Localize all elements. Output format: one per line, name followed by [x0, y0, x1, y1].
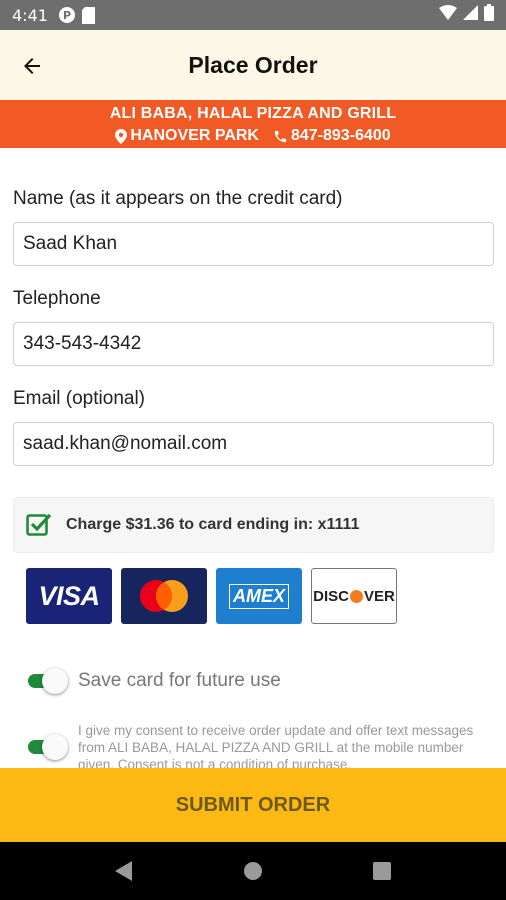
signal-icon — [463, 5, 478, 25]
restaurant-location: HANOVER PARK — [115, 127, 259, 145]
nav-recents-button[interactable] — [362, 851, 402, 891]
restaurant-phone-text: 847-893-6400 — [290, 127, 391, 144]
app-bar: Place Order — [0, 30, 506, 100]
charge-checkbox[interactable] — [26, 512, 52, 538]
consent-row: I give my consent to receive order updat… — [26, 722, 476, 773]
circle-home-icon — [243, 862, 262, 880]
sd-card-icon — [81, 6, 96, 24]
status-bar: 4:41 P — [0, 0, 506, 30]
submit-order-button[interactable]: SUBMIT ORDER — [0, 768, 506, 842]
status-time: 4:41 — [12, 5, 48, 25]
map-pin-icon — [115, 128, 128, 144]
toggle-knob — [42, 734, 68, 760]
svg-text:P: P — [63, 9, 71, 22]
consent-toggle[interactable] — [26, 734, 68, 760]
charge-confirmation: Charge $31.36 to card ending in: x1111 — [13, 497, 494, 553]
order-form: Name (as it appears on the credit card) … — [13, 148, 494, 466]
discover-logo: DISC VER — [311, 568, 397, 624]
nav-home-button[interactable] — [233, 851, 273, 891]
charge-text: Charge $31.36 to card ending in: x1111 — [66, 516, 360, 533]
email-field[interactable]: saad.khan@nomail.com — [13, 422, 494, 466]
visa-logo: VISA — [26, 568, 112, 624]
page-title: Place Order — [188, 51, 318, 78]
email-label: Email (optional) — [13, 388, 145, 409]
square-recents-icon — [372, 862, 391, 880]
telephone-field[interactable]: 343-543-4342 — [13, 322, 494, 366]
restaurant-banner: ALI BABA, HALAL PIZZA AND GRILL HANOVER … — [0, 100, 506, 148]
restaurant-info: HANOVER PARK 847-893-6400 — [0, 127, 506, 145]
telephone-label: Telephone — [13, 288, 101, 309]
app-notification-icon: P — [58, 6, 76, 24]
triangle-back-icon — [115, 861, 133, 881]
status-right — [439, 4, 494, 26]
place-order-screen: 4:41 P Place Order ALI BABA, HALAL PIZZA… — [0, 0, 506, 900]
save-card-toggle[interactable] — [26, 668, 68, 694]
restaurant-name: ALI BABA, HALAL PIZZA AND GRILL — [109, 105, 397, 122]
nav-back-button[interactable] — [104, 851, 144, 891]
name-field[interactable]: Saad Khan — [13, 222, 494, 266]
back-button[interactable] — [18, 52, 46, 80]
save-card-label: Save card for future use — [78, 670, 281, 691]
discover-dot-icon — [350, 589, 363, 603]
battery-icon — [484, 4, 494, 26]
wifi-icon — [439, 5, 457, 25]
card-brands: VISA AMEX DISC VER — [26, 568, 397, 624]
save-card-row: Save card for future use — [26, 668, 281, 694]
amex-label: AMEX — [228, 583, 289, 609]
mastercard-logo — [121, 568, 207, 624]
checkbox-checked-icon — [26, 513, 52, 536]
arrow-left-icon — [24, 58, 40, 74]
system-nav-bar — [0, 842, 506, 900]
name-label: Name (as it appears on the credit card) — [13, 188, 343, 209]
toggle-knob — [42, 668, 68, 694]
discover-label-post: VER — [364, 587, 395, 605]
consent-text: I give my consent to receive order updat… — [78, 723, 474, 772]
discover-label-pre: DISC — [313, 587, 349, 605]
restaurant-location-text: HANOVER PARK — [130, 127, 259, 144]
restaurant-phone[interactable]: 847-893-6400 — [273, 127, 391, 145]
phone-icon — [274, 130, 287, 142]
amex-logo: AMEX — [216, 568, 302, 624]
